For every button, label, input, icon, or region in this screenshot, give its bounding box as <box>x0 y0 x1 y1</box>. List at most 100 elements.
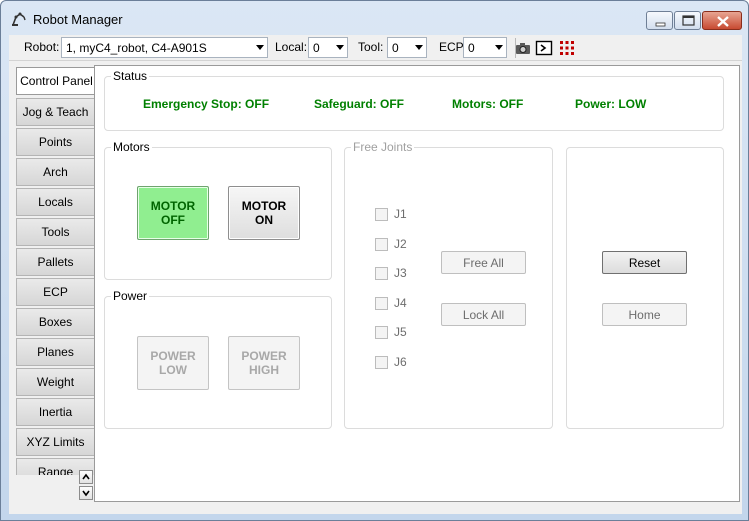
minimize-icon <box>655 22 666 27</box>
tab-xyz-limits[interactable]: XYZ Limits <box>16 428 94 456</box>
joint-j4-checkbox[interactable]: J4 <box>375 296 407 310</box>
chevron-down-icon <box>415 45 423 50</box>
joint-j2-checkbox[interactable]: J2 <box>375 237 407 251</box>
local-select[interactable]: 0 <box>308 37 348 58</box>
home-label: Home <box>628 307 661 322</box>
chevron-down-icon <box>495 45 503 50</box>
chevron-down-icon <box>82 490 90 497</box>
window-title: Robot Manager <box>33 12 123 27</box>
tab-label: Weight <box>36 375 75 389</box>
command-window-icon[interactable] <box>535 39 553 57</box>
chevron-down-icon <box>256 45 264 50</box>
checkbox-box[interactable] <box>375 237 388 251</box>
joint-label: J4 <box>394 296 407 310</box>
ecp-select-value: 0 <box>468 41 475 55</box>
chevron-up-icon <box>82 473 90 480</box>
tab-arch[interactable]: Arch <box>16 158 94 186</box>
tab-control-panel[interactable]: Control Panel <box>16 67 94 95</box>
tab-label: Jog & Teach <box>22 105 89 119</box>
robot-select-value: 1, myC4_robot, C4-A901S <box>66 41 207 55</box>
robot-label: Robot: <box>24 40 60 54</box>
tab-label: Inertia <box>38 405 73 419</box>
local-select-value: 0 <box>313 41 320 55</box>
tab-boxes[interactable]: Boxes <box>16 308 94 336</box>
checkbox-box[interactable] <box>375 296 388 310</box>
joint-j1-checkbox[interactable]: J1 <box>375 207 407 221</box>
ecp-select[interactable]: 0 <box>463 37 507 58</box>
motors-group-title: Motors <box>111 140 152 154</box>
checkbox-box[interactable] <box>375 355 388 369</box>
robot-app-icon <box>12 12 26 26</box>
tab-ecp[interactable]: ECP <box>16 278 94 306</box>
io-monitor-icon[interactable] <box>558 39 576 57</box>
joint-j6-checkbox[interactable]: J6 <box>375 355 407 369</box>
robot-select[interactable]: 1, myC4_robot, C4-A901S <box>61 37 268 58</box>
tab-jog-teach[interactable]: Jog & Teach <box>16 98 94 126</box>
tab-tools[interactable]: Tools <box>16 218 94 246</box>
tab-locals[interactable]: Locals <box>16 188 94 216</box>
camera-icon[interactable] <box>514 39 532 57</box>
tab-inertia[interactable]: Inertia <box>16 398 94 426</box>
free-all-button[interactable]: Free All <box>441 251 526 274</box>
safeguard-status: Safeguard: OFF <box>314 97 405 111</box>
power-high-label: POWER HIGH <box>241 349 287 377</box>
power-low-label: POWER LOW <box>150 349 196 377</box>
tool-label: Tool: <box>358 40 384 54</box>
motor-on-button[interactable]: MOTOR ON <box>228 186 300 240</box>
tab-strip: Control Panel Jog & Teach Points Arch Lo… <box>16 65 94 475</box>
tab-scroll-up-button[interactable] <box>79 470 93 484</box>
joint-j3-checkbox[interactable]: J3 <box>375 266 407 280</box>
toolbar: Robot: 1, myC4_robot, C4-A901S Local: 0 … <box>9 35 742 61</box>
home-button[interactable]: Home <box>602 303 687 326</box>
title-bar[interactable]: Robot Manager <box>1 1 748 33</box>
tab-pallets[interactable]: Pallets <box>16 248 94 276</box>
close-icon <box>717 16 729 27</box>
chevron-down-icon <box>336 45 344 50</box>
control-panel-page: Status Emergency Stop: OFF Safeguard: OF… <box>94 65 740 502</box>
tab-scroll-down-button[interactable] <box>79 486 93 500</box>
tab-planes[interactable]: Planes <box>16 338 94 366</box>
free-joints-group-title: Free Joints <box>351 140 415 154</box>
robot-manager-window: Robot Manager Robot: 1, myC4_robot, C4-A… <box>0 0 749 521</box>
checkbox-box[interactable] <box>375 266 388 280</box>
tab-label: Points <box>38 135 73 149</box>
motor-off-button[interactable]: MOTOR OFF <box>137 186 209 240</box>
checkbox-box[interactable] <box>375 325 388 339</box>
client-area: Control Panel Jog & Teach Points Arch Lo… <box>9 61 742 514</box>
tab-label: Planes <box>37 345 74 359</box>
lock-all-label: Lock All <box>462 307 505 322</box>
joint-label: J5 <box>394 325 407 339</box>
maximize-button[interactable] <box>674 11 701 30</box>
motor-off-label: MOTOR OFF <box>150 199 196 227</box>
motors-status: Motors: OFF <box>452 97 524 111</box>
joint-j5-checkbox[interactable]: J5 <box>375 325 407 339</box>
close-button[interactable] <box>702 11 742 30</box>
tool-select-value: 0 <box>392 41 399 55</box>
joint-label: J1 <box>394 207 407 221</box>
maximize-icon <box>682 15 695 26</box>
tab-label: Tools <box>41 225 70 239</box>
tool-select[interactable]: 0 <box>387 37 427 58</box>
tab-label: Pallets <box>37 255 74 269</box>
reset-button[interactable]: Reset <box>602 251 687 274</box>
checkbox-box[interactable] <box>375 207 388 221</box>
power-low-button[interactable]: POWER LOW <box>137 336 209 390</box>
tab-label: Arch <box>43 165 68 179</box>
power-high-button[interactable]: POWER HIGH <box>228 336 300 390</box>
tab-weight[interactable]: Weight <box>16 368 94 396</box>
power-status: Power: LOW <box>575 97 647 111</box>
tab-points[interactable]: Points <box>16 128 94 156</box>
minimize-button[interactable] <box>646 11 673 30</box>
joint-label: J3 <box>394 266 407 280</box>
free-joints-group: Free Joints J1 J2 J3 J4 J5 J6 Free All L… <box>344 140 553 429</box>
tab-label: Range <box>37 465 74 475</box>
tab-label: ECP <box>43 285 68 299</box>
lock-all-button[interactable]: Lock All <box>441 303 526 326</box>
local-label: Local: <box>275 40 308 54</box>
reset-label: Reset <box>628 255 661 270</box>
free-all-label: Free All <box>463 255 504 270</box>
reset-home-group: Reset Home <box>566 147 724 429</box>
tab-label: Boxes <box>38 315 73 329</box>
power-group: Power POWER LOW POWER HIGH <box>104 289 332 429</box>
joint-label: J2 <box>394 237 407 251</box>
